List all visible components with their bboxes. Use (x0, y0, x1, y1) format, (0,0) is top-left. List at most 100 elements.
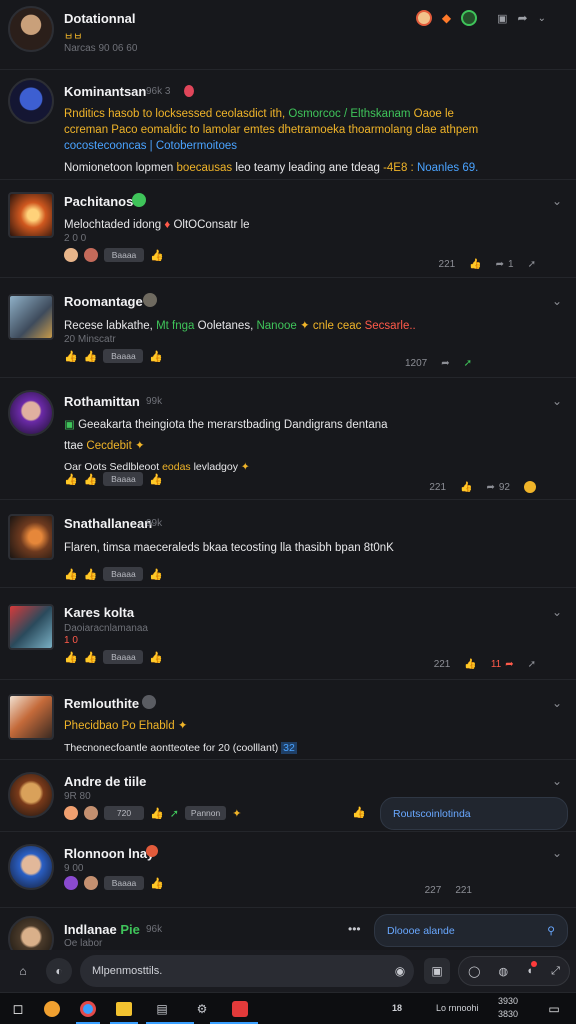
post-author[interactable]: Snathallanean (64, 516, 152, 531)
like-icon[interactable]: 👍 (150, 877, 164, 890)
notification-icon[interactable]: ▭ (544, 999, 564, 1019)
files-icon[interactable] (114, 999, 134, 1019)
shield-icon[interactable]: ◆ (442, 11, 451, 25)
like-icon[interactable]: 👍 (149, 651, 163, 664)
avatar[interactable] (8, 390, 54, 436)
chat-app-icon[interactable]: ▤ (152, 999, 172, 1019)
like-icon[interactable]: 👍 (460, 482, 472, 493)
avatar[interactable] (8, 78, 54, 124)
post-author[interactable]: Kares kolta (64, 605, 134, 620)
toggle-icon[interactable]: ◯ (468, 965, 480, 978)
avatar[interactable] (8, 694, 54, 740)
like-icon[interactable]: 👍 (64, 473, 78, 486)
post-body: Recese labkathe, Mt fnga Ooletanes, Nano… (64, 320, 416, 332)
post-author[interactable]: Rothamittan (64, 394, 140, 409)
avatar[interactable] (8, 604, 54, 650)
reply-button[interactable]: Baaaa (103, 349, 144, 363)
chevron-down-icon[interactable]: ⌄ (550, 394, 564, 408)
reply-button[interactable]: Baaaa (103, 472, 144, 486)
chevron-down-icon[interactable]: ⌄ (550, 846, 564, 860)
forward-icon[interactable]: ➚ (528, 259, 536, 270)
like-icon[interactable]: 👍 (352, 806, 366, 819)
chevron-down-icon[interactable]: ⌄ (550, 774, 564, 788)
like-icon[interactable]: 👍 (150, 249, 164, 262)
reaction-button[interactable]: Pannon (184, 806, 227, 820)
forward-icon[interactable]: ➚ (528, 659, 536, 670)
home-icon[interactable]: ⌂ (10, 958, 36, 984)
like-icon[interactable]: 👍 (64, 350, 78, 363)
avatar[interactable] (8, 514, 54, 560)
like-icon[interactable]: 👍 (469, 259, 481, 270)
share-icon[interactable]: ➦ (518, 11, 528, 25)
post-author[interactable]: Remlouthite (64, 696, 139, 711)
avatar[interactable] (8, 294, 54, 340)
like-icon[interactable]: 👍 (464, 659, 476, 670)
like-icon[interactable]: 👍 (150, 807, 164, 820)
security-app-icon[interactable] (230, 999, 250, 1019)
reply-bubble[interactable]: Routscoinlotinda (380, 797, 568, 830)
camera-icon[interactable]: ▣ (424, 958, 450, 984)
avatar[interactable] (8, 6, 54, 52)
reply-button[interactable]: 720 (104, 806, 144, 820)
feed: Dotationnal ㅂㅂ Narcas 90 06 60 ◆ ▣ ➦ ⌄ K… (0, 0, 576, 950)
thumbs-icon[interactable]: 👍 (84, 473, 98, 486)
avatar[interactable] (8, 916, 54, 950)
chevron-down-icon[interactable]: ⌄ (550, 294, 564, 308)
sticker-icon[interactable]: ◍ (499, 965, 509, 978)
share-icon[interactable]: ➦ (441, 358, 449, 369)
reply-button[interactable]: Baaaa (104, 876, 144, 890)
avatar-emoji-icon[interactable] (415, 10, 432, 26)
share-icon[interactable]: ➦ 92 (486, 482, 510, 493)
reply-bubble[interactable]: Dloooe alande ⚲ (374, 914, 568, 947)
chat-icon[interactable]: ◐ (46, 958, 72, 984)
forward-icon[interactable]: ➚ (464, 358, 472, 369)
avatar[interactable] (8, 772, 54, 818)
post-author[interactable]: Indlanae Pie (64, 922, 140, 937)
post-author[interactable]: Roomantage (64, 294, 143, 309)
avatar[interactable] (8, 192, 54, 238)
leaf-icon[interactable] (461, 10, 478, 26)
smile-icon[interactable] (524, 481, 536, 493)
like-icon[interactable]: 👍 (64, 651, 78, 664)
expand-icon[interactable]: ⤢ (551, 965, 560, 978)
post-author[interactable]: Pachitanos (64, 194, 133, 209)
pin-icon[interactable]: ⚲ (547, 925, 555, 937)
chevron-down-icon[interactable]: ⌄ (538, 13, 546, 24)
like-icon[interactable]: 👍 (64, 568, 78, 581)
avatar[interactable] (8, 844, 54, 890)
play-icon[interactable]: ▣ (497, 12, 507, 25)
reply-button[interactable]: Baaaa (104, 248, 144, 262)
reaction-avatar-icon[interactable] (64, 876, 78, 890)
like-icon[interactable]: 👍 (149, 350, 163, 363)
mic-icon[interactable]: ◖ (526, 961, 537, 977)
message-input[interactable]: Mlpenmosttils. (80, 955, 414, 987)
like-icon[interactable]: 👍 (149, 568, 163, 581)
reaction-avatar-icon[interactable] (64, 248, 78, 262)
reaction-avatar-icon[interactable] (84, 248, 98, 262)
chevron-down-icon[interactable]: ⌄ (550, 696, 564, 710)
reaction-avatar-icon[interactable] (84, 876, 98, 890)
start-icon[interactable]: ◻ (8, 999, 28, 1019)
thumbs-icon[interactable]: 👍 (84, 350, 98, 363)
reaction-avatar-icon[interactable] (84, 806, 98, 820)
share-icon[interactable]: ➦ 1 (496, 259, 514, 270)
like-icon[interactable]: 👍 (149, 473, 163, 486)
share-icon[interactable]: 11 ➦ (491, 659, 514, 670)
reply-button[interactable]: Baaaa (103, 567, 144, 581)
chevron-down-icon[interactable]: ⌄ (550, 194, 564, 208)
reaction-avatar-icon[interactable] (64, 806, 78, 820)
post-author[interactable]: Kominantsan (64, 84, 146, 99)
post-author[interactable]: Andre de tiile (64, 774, 146, 789)
browser-icon[interactable] (42, 999, 62, 1019)
app-icon[interactable] (78, 999, 98, 1019)
settings-icon[interactable]: ⚙ (192, 999, 212, 1019)
more-icon[interactable]: ••• (348, 922, 361, 936)
post-author[interactable]: Rlonnoon lnay (64, 846, 154, 861)
thumbs-icon[interactable]: 👍 (84, 651, 98, 664)
emoji-icon[interactable]: ◉ (387, 958, 413, 984)
chevron-down-icon[interactable]: ⌄ (550, 605, 564, 619)
header-sub: ㅂㅂ (64, 32, 83, 43)
reply-button[interactable]: Baaaa (103, 650, 144, 664)
forward-icon[interactable]: ➚ (170, 807, 179, 820)
thumbs-icon[interactable]: 👍 (84, 568, 98, 581)
